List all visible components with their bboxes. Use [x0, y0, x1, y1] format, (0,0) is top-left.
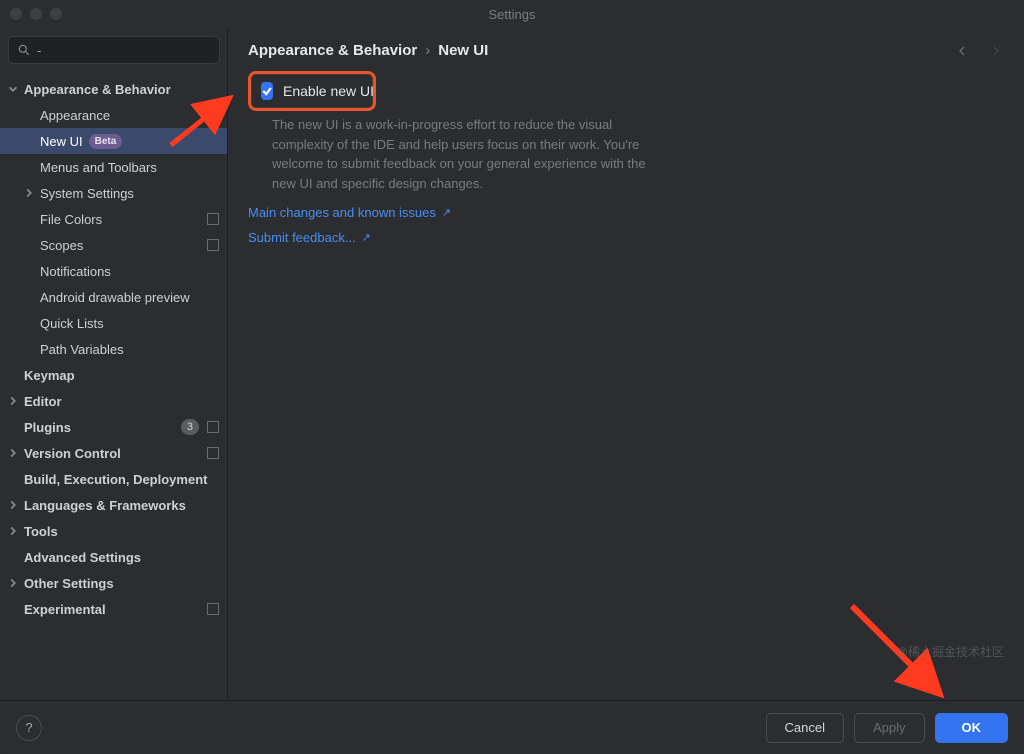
chevron-right-icon — [6, 498, 20, 512]
sidebar-item-build-execution-deployment[interactable]: Build, Execution, Deployment — [0, 466, 227, 492]
sidebar-item-label: Appearance — [40, 108, 110, 123]
sidebar-item-notifications[interactable]: Notifications — [0, 258, 227, 284]
beta-badge: Beta — [89, 134, 123, 149]
settings-tree: Appearance & Behavior Appearance New UI Bet… — [0, 74, 227, 700]
chevron-right-icon — [6, 524, 20, 538]
project-scope-icon — [207, 603, 219, 615]
link-main-changes[interactable]: Main changes and known issues ↗ — [248, 205, 1004, 220]
annotation-arrow-icon — [844, 598, 954, 708]
breadcrumb-parent[interactable]: Appearance & Behavior — [248, 42, 417, 59]
search-cursor: ‑ — [37, 43, 41, 58]
sidebar-item-label: Editor — [24, 394, 62, 409]
search-icon — [17, 43, 31, 57]
new-ui-description: The new UI is a work-in-progress effort … — [272, 115, 662, 193]
link-submit-feedback[interactable]: Submit feedback... ↗ — [248, 230, 1004, 245]
sidebar-item-label: Languages & Frameworks — [24, 498, 186, 513]
sidebar-item-label: Build, Execution, Deployment — [24, 472, 207, 487]
sidebar-item-other-settings[interactable]: Other Settings — [0, 570, 227, 596]
sidebar-item-label: Android drawable preview — [40, 290, 190, 305]
sidebar-item-version-control[interactable]: Version Control — [0, 440, 227, 466]
help-button[interactable]: ? — [16, 715, 42, 741]
count-badge: 3 — [181, 419, 199, 435]
external-link-icon: ↗ — [362, 231, 371, 244]
breadcrumb-separator-icon: › — [425, 42, 430, 59]
breadcrumb: Appearance & Behavior › New UI — [248, 42, 488, 59]
sidebar-item-label: Tools — [24, 524, 58, 539]
sidebar-item-menus-and-toolbars[interactable]: Menus and Toolbars — [0, 154, 227, 180]
sidebar-item-label: Appearance & Behavior — [24, 82, 171, 97]
sidebar-item-label: System Settings — [40, 186, 134, 201]
settings-sidebar: ‑ Appearance & Behavior Appearance New UI B… — [0, 28, 228, 700]
sidebar-item-editor[interactable]: Editor — [0, 388, 227, 414]
link-main-changes-label: Main changes and known issues — [248, 205, 436, 220]
sidebar-item-appearance-behavior[interactable]: Appearance & Behavior — [0, 76, 227, 102]
project-scope-icon — [207, 421, 219, 433]
minimize-window-icon[interactable] — [30, 8, 42, 20]
checkbox-icon — [261, 82, 273, 100]
sidebar-item-new-ui[interactable]: New UI Beta — [0, 128, 227, 154]
external-link-icon: ↗ — [442, 206, 451, 219]
enable-new-ui-checkbox[interactable]: Enable new UI — [248, 71, 376, 111]
sidebar-item-file-colors[interactable]: File Colors — [0, 206, 227, 232]
nav-forward-icon[interactable] — [988, 43, 1004, 59]
sidebar-item-label: Notifications — [40, 264, 111, 279]
project-scope-icon — [207, 239, 219, 251]
nav-back-icon[interactable] — [954, 43, 970, 59]
project-scope-icon — [207, 213, 219, 225]
checkbox-label: Enable new UI — [283, 83, 374, 99]
sidebar-item-keymap[interactable]: Keymap — [0, 362, 227, 388]
sidebar-item-system-settings[interactable]: System Settings — [0, 180, 227, 206]
apply-button: Apply — [854, 713, 925, 743]
sidebar-item-plugins[interactable]: Plugins 3 — [0, 414, 227, 440]
sidebar-item-languages-frameworks[interactable]: Languages & Frameworks — [0, 492, 227, 518]
search-input[interactable]: ‑ — [8, 36, 220, 64]
sidebar-item-path-variables[interactable]: Path Variables — [0, 336, 227, 362]
watermark: @稀土掘金技术社区 — [896, 643, 1004, 660]
sidebar-item-label: Menus and Toolbars — [40, 160, 157, 175]
sidebar-item-label: Advanced Settings — [24, 550, 141, 565]
sidebar-item-label: Keymap — [24, 368, 75, 383]
window-controls[interactable] — [10, 8, 62, 20]
sidebar-item-advanced-settings[interactable]: Advanced Settings — [0, 544, 227, 570]
sidebar-item-label: Quick Lists — [40, 316, 104, 331]
sidebar-item-scopes[interactable]: Scopes — [0, 232, 227, 258]
chevron-right-icon — [6, 446, 20, 460]
settings-main: Appearance & Behavior › New UI Enable ne… — [228, 28, 1024, 700]
chevron-right-icon — [6, 394, 20, 408]
chevron-right-icon — [6, 576, 20, 590]
sidebar-item-label: Plugins — [24, 420, 71, 435]
titlebar: Settings — [0, 0, 1024, 28]
close-window-icon[interactable] — [10, 8, 22, 20]
sidebar-item-label: New UI — [40, 134, 83, 149]
sidebar-item-android-drawable-preview[interactable]: Android drawable preview — [0, 284, 227, 310]
sidebar-item-label: Path Variables — [40, 342, 124, 357]
sidebar-item-label: Experimental — [24, 602, 106, 617]
sidebar-item-label: Other Settings — [24, 576, 114, 591]
sidebar-item-tools[interactable]: Tools — [0, 518, 227, 544]
link-submit-feedback-label: Submit feedback... — [248, 230, 356, 245]
help-icon: ? — [25, 720, 32, 735]
window-title: Settings — [0, 7, 1024, 22]
breadcrumb-current: New UI — [438, 42, 488, 59]
project-scope-icon — [207, 447, 219, 459]
zoom-window-icon[interactable] — [50, 8, 62, 20]
sidebar-item-appearance[interactable]: Appearance — [0, 102, 227, 128]
sidebar-item-quick-lists[interactable]: Quick Lists — [0, 310, 227, 336]
sidebar-item-label: File Colors — [40, 212, 102, 227]
sidebar-item-label: Scopes — [40, 238, 83, 253]
sidebar-item-experimental[interactable]: Experimental — [0, 596, 227, 622]
chevron-right-icon — [22, 186, 36, 200]
cancel-button[interactable]: Cancel — [766, 713, 844, 743]
dialog-footer: ? Cancel Apply OK — [0, 700, 1024, 754]
sidebar-item-label: Version Control — [24, 446, 121, 461]
chevron-down-icon — [6, 82, 20, 96]
ok-button[interactable]: OK — [935, 713, 1009, 743]
